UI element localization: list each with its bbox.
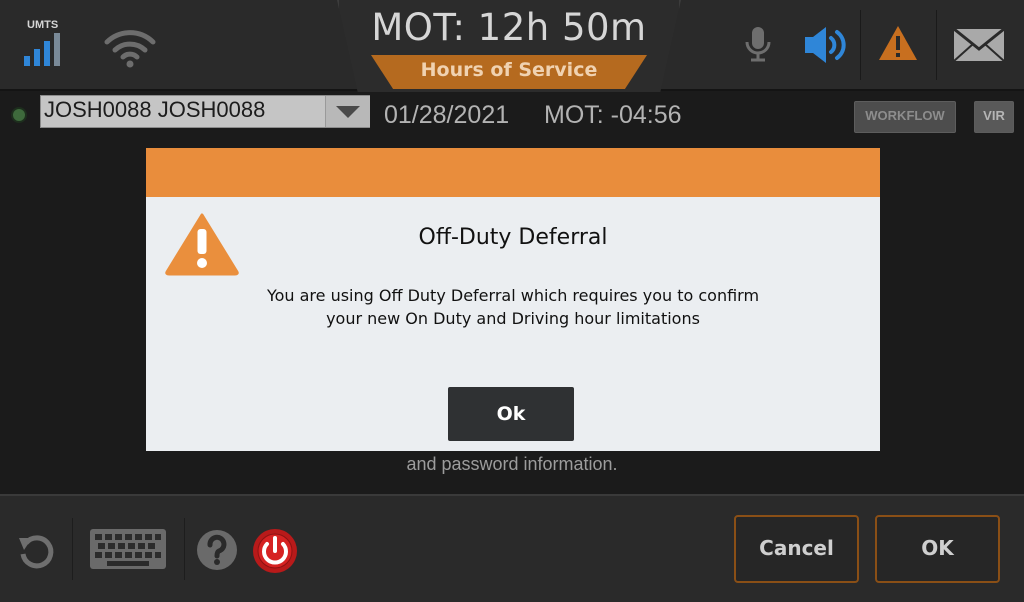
toolbar-separator [72,518,73,580]
driver-select-dropdown[interactable] [325,96,370,127]
current-date: 01/28/2021 [384,101,510,129]
dialog-message-line: your new On Duty and Driving hour limita… [326,309,700,328]
status-separator [860,10,861,80]
ok-button[interactable]: OK [875,515,1000,583]
chevron-down-icon[interactable] [336,106,360,118]
power-icon[interactable] [252,528,298,574]
dialog-message: You are using Off Duty Deferral which re… [146,284,880,330]
signal-bars-icon [24,30,66,66]
dialog-title: Off-Duty Deferral [418,225,608,250]
dialog-ok-button[interactable]: Ok [448,387,574,441]
status-separator [936,10,937,80]
wifi-icon [104,30,156,68]
workflow-button[interactable]: WORKFLOW [854,101,956,133]
toolbar-separator [184,518,185,580]
dialog-message-line: You are using Off Duty Deferral which re… [266,286,760,305]
vir-button[interactable]: VIR [974,101,1014,133]
help-icon[interactable] [196,529,238,571]
warning-icon[interactable] [877,24,919,62]
keyboard-icon[interactable] [89,528,167,570]
cancel-button[interactable]: Cancel [734,515,859,583]
refresh-icon[interactable] [16,530,58,572]
hours-of-service-label[interactable]: Hours of Service [371,59,647,81]
speaker-icon[interactable] [804,24,850,66]
dialog-header [146,148,880,197]
mail-icon[interactable] [953,28,1005,62]
connection-status-dot [13,109,25,121]
background-message: and password information. [406,454,618,474]
microphone-icon[interactable] [743,26,773,64]
mot-remaining-time: MOT: 12h 50m [371,6,647,49]
driver-select-value[interactable]: JOSH0088 JOSH0088 [44,97,265,123]
mot-offset: MOT: -04:56 [544,101,682,129]
